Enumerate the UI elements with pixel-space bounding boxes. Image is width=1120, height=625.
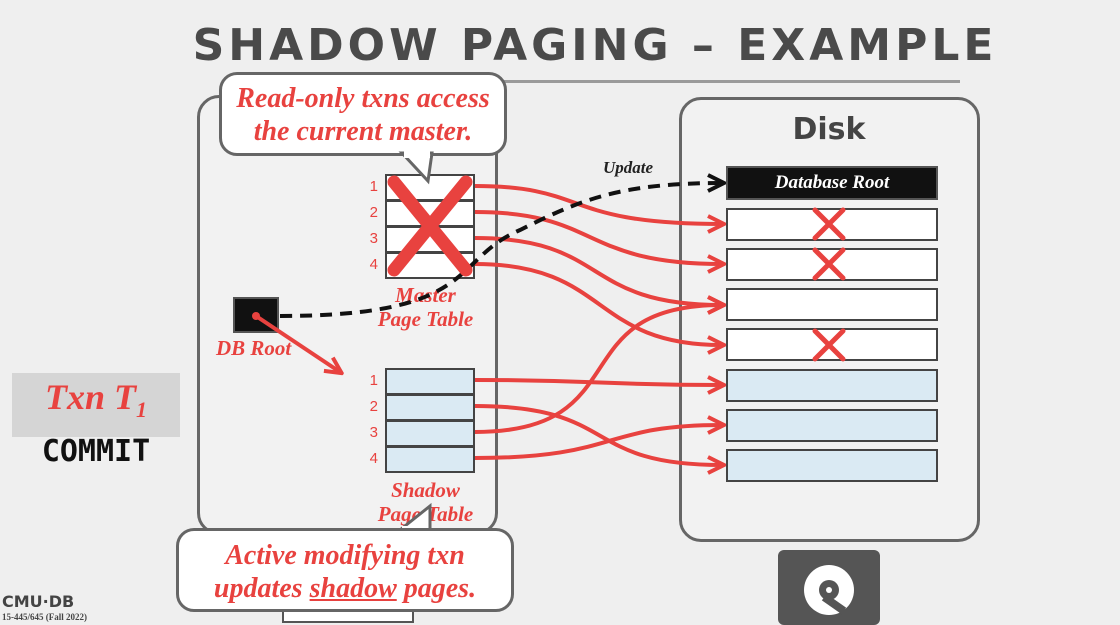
- cmu-db-logo: CMU·DB: [2, 592, 75, 611]
- callout-tails: [395, 150, 434, 534]
- active-txn-callout-post: pages.: [396, 573, 477, 604]
- active-txn-callout-line2: updates shadow pages.: [179, 572, 511, 605]
- active-txn-callout-pre: updates: [213, 573, 310, 604]
- txn-label: Txn T1: [12, 376, 180, 423]
- course-label: 15-445/645 (Fall 2022): [2, 612, 87, 622]
- txn-name: Txn T: [44, 377, 136, 417]
- active-txn-callout-line1: Active modifying txn: [225, 540, 465, 571]
- active-txn-callout-underlined: shadow: [309, 573, 397, 604]
- active-txn-callout: Active modifying txn updates shadow page…: [176, 528, 514, 612]
- txn-subscript: 1: [136, 397, 147, 423]
- commit-label: COMMIT: [41, 434, 151, 469]
